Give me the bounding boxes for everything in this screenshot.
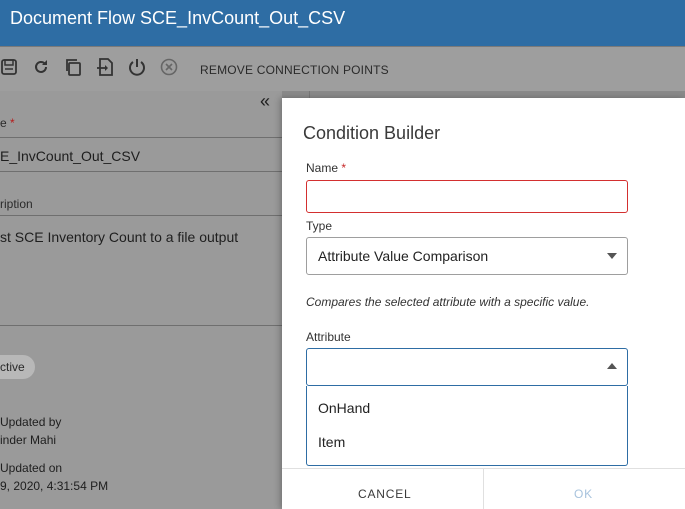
- type-select-value: Attribute Value Comparison: [318, 248, 489, 264]
- refresh-icon[interactable]: [30, 56, 52, 78]
- power-icon[interactable]: [126, 56, 148, 78]
- copy-icon[interactable]: [62, 56, 84, 78]
- collapse-icon[interactable]: «: [260, 91, 270, 112]
- properties-panel: « e * E_InvCount_Out_CSV ription st SCE …: [0, 91, 282, 509]
- toolbar: REMOVE CONNECTION POINTS: [0, 46, 685, 91]
- cancel-circle-icon[interactable]: [158, 56, 180, 78]
- title-bar: Document Flow SCE_InvCount_Out_CSV: [0, 0, 685, 46]
- name-field-label: Name *: [306, 161, 347, 175]
- status-badge: ctive: [0, 355, 35, 379]
- attribute-dropdown: OnHand Item: [306, 386, 628, 466]
- attribute-select[interactable]: [306, 348, 628, 386]
- chevron-up-icon: [607, 363, 617, 369]
- name-field[interactable]: E_InvCount_Out_CSV: [0, 148, 140, 164]
- remove-connection-points-button[interactable]: REMOVE CONNECTION POINTS: [200, 63, 389, 77]
- import-icon[interactable]: [94, 56, 116, 78]
- dropdown-option-onhand[interactable]: OnHand: [318, 400, 370, 416]
- dropdown-option-item[interactable]: Item: [318, 434, 345, 450]
- chevron-down-icon: [607, 253, 617, 259]
- divider: [0, 137, 282, 138]
- cancel-button[interactable]: CANCEL: [358, 487, 411, 501]
- name-input[interactable]: [306, 180, 628, 213]
- attribute-label: Attribute: [306, 330, 351, 344]
- dialog-title: Condition Builder: [303, 123, 441, 143]
- divider: [0, 171, 282, 172]
- divider: [0, 215, 282, 216]
- updated-by-value: inder Mahi: [0, 433, 57, 447]
- name-label: e *: [0, 116, 15, 130]
- divider: [0, 325, 282, 326]
- save-icon[interactable]: [0, 56, 20, 78]
- condition-builder-dialog: Condition Builder Name * Type Attribute …: [282, 98, 685, 509]
- description-label: ription: [0, 197, 33, 211]
- updated-by-label: Updated by: [0, 415, 62, 429]
- ok-button[interactable]: OK: [574, 487, 593, 501]
- type-description: Compares the selected attribute with a s…: [306, 295, 590, 309]
- type-label: Type: [306, 219, 333, 233]
- window-title: Document Flow SCE_InvCount_Out_CSV: [10, 8, 346, 28]
- updated-on-label: Updated on: [0, 461, 63, 475]
- type-select[interactable]: Attribute Value Comparison: [306, 237, 628, 275]
- updated-on-value: 9, 2020, 4:31:54 PM: [0, 479, 109, 493]
- description-field[interactable]: st SCE Inventory Count to a file output: [0, 229, 238, 245]
- footer-separator: [483, 468, 484, 509]
